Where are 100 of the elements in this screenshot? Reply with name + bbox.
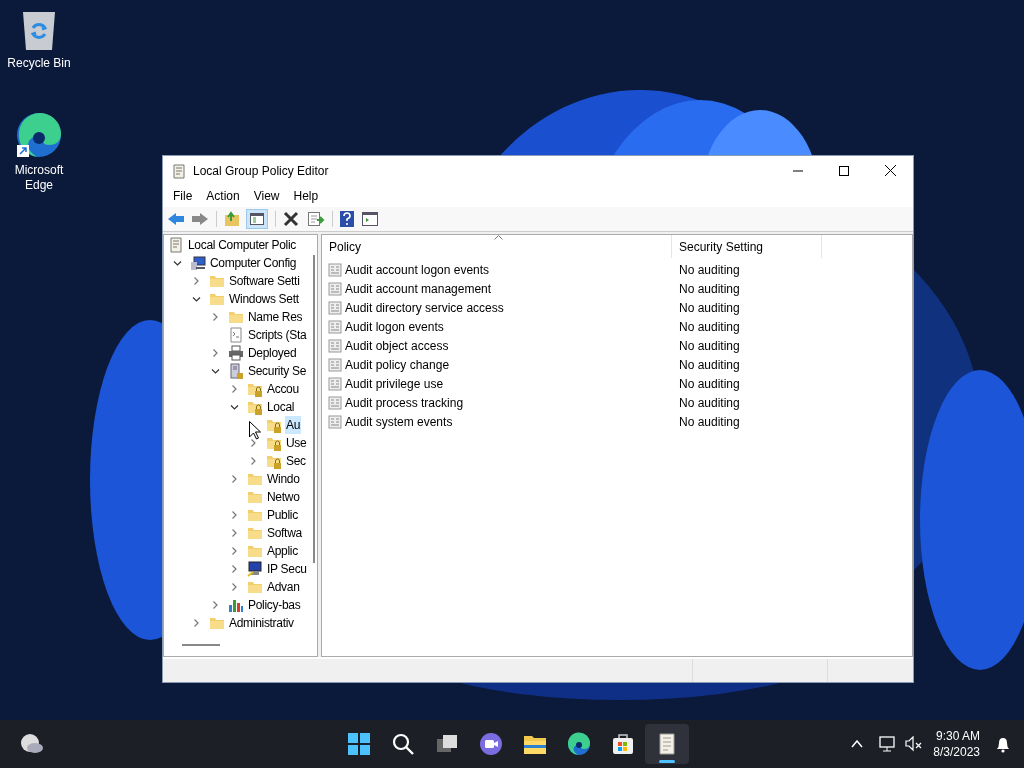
caret-right-icon[interactable] [192, 619, 200, 627]
browser-icon [567, 732, 591, 756]
properties-pane-icon[interactable] [362, 212, 378, 226]
table-cell[interactable]: Audit directory service access [345, 298, 504, 317]
desktop-icon-label[interactable]: Microsoft Edge [1, 163, 77, 193]
caret-right-icon[interactable] [230, 511, 238, 519]
back-arrow-icon[interactable] [167, 212, 185, 226]
show-tree-button[interactable] [246, 209, 268, 229]
policy-icon [328, 300, 342, 315]
caret-right-icon[interactable] [192, 277, 200, 285]
menu-item[interactable]: Action [199, 185, 247, 207]
folder-icon [247, 471, 263, 487]
policy-icon [328, 262, 342, 277]
menu-item[interactable]: View [246, 185, 287, 207]
tree-item[interactable]: Computer Config [209, 254, 298, 272]
table-cell[interactable]: Audit policy change [345, 355, 450, 374]
caret-right-icon[interactable] [249, 457, 257, 465]
column-header[interactable]: Security Setting [672, 235, 822, 258]
policy-icon [328, 357, 342, 372]
locked-folder-icon [266, 453, 282, 469]
table-cell[interactable]: Audit privilege use [345, 374, 444, 393]
tree-item[interactable]: Name Res [247, 308, 304, 326]
tree-item[interactable]: Sec [285, 452, 307, 470]
tree-item[interactable]: Windo [266, 470, 301, 488]
clock-date[interactable]: 8/3/2023 [933, 744, 980, 760]
tree-item[interactable]: Administrativ [228, 614, 295, 632]
table-cell-text: No auditing [678, 261, 741, 279]
caret-right-icon[interactable] [230, 547, 238, 555]
tree-item[interactable]: Local [266, 398, 296, 416]
caret-down-icon[interactable] [210, 367, 220, 375]
caret-down-icon[interactable] [229, 403, 239, 411]
tree-item[interactable]: Policy-bas [247, 596, 302, 614]
caret-right-icon[interactable] [230, 475, 238, 483]
start-button-icon [347, 732, 371, 756]
caret-right-icon[interactable] [211, 313, 219, 321]
tree-item[interactable]: IP Secu [266, 560, 308, 578]
tree-item[interactable]: Softwa [266, 524, 303, 542]
folder-icon [247, 525, 263, 541]
taskbar-button[interactable] [645, 724, 689, 764]
tree-item[interactable]: Use [285, 434, 308, 452]
caret-right-icon[interactable] [230, 385, 238, 393]
network-icon[interactable] [879, 736, 898, 752]
clock-time[interactable]: 9:30 AM [935, 728, 980, 744]
table-cell-text: No auditing [678, 337, 741, 355]
tree-item[interactable]: Software Setti [228, 272, 301, 290]
policy-icon [328, 281, 342, 296]
delete-icon[interactable] [283, 211, 299, 227]
table-cell[interactable]: Audit process tracking [345, 393, 464, 412]
speaker-muted-icon[interactable] [905, 736, 924, 752]
caret-right-icon[interactable] [230, 565, 238, 573]
folder-up-icon[interactable] [224, 211, 240, 227]
caret-right-icon[interactable] [230, 529, 238, 537]
tree-item[interactable]: Au [285, 416, 302, 434]
caret-down-icon[interactable] [191, 295, 201, 303]
table-cell[interactable]: Audit system events [345, 412, 453, 431]
tree-item[interactable]: Applic [266, 542, 299, 560]
table-cell-text: No auditing [678, 356, 741, 374]
help-icon[interactable] [340, 211, 354, 227]
tree-item[interactable]: Security Se [247, 362, 308, 380]
menu-item[interactable]: File [166, 185, 200, 207]
table-cell-text: No auditing [678, 280, 741, 298]
table-cell[interactable]: Audit account management [345, 279, 492, 298]
shopping-bag-icon [611, 732, 635, 756]
menu-item[interactable]: Help [286, 185, 326, 207]
forward-arrow-icon[interactable] [191, 212, 209, 226]
chevron-up-icon[interactable] [851, 740, 864, 748]
tree-item[interactable]: Netwo [266, 488, 301, 506]
desktop-icon-label[interactable]: Recycle Bin [7, 56, 71, 71]
weather-icon[interactable] [20, 733, 44, 755]
locked-folder-icon [266, 435, 282, 451]
tree-item[interactable]: Deployed [247, 344, 298, 362]
table-cell[interactable]: Audit object access [345, 336, 449, 355]
tree-item[interactable]: Local Computer Polic [187, 236, 298, 254]
policy-icon [328, 376, 342, 391]
folder-icon [247, 543, 263, 559]
locked-folder-icon [247, 399, 263, 415]
folder-icon [209, 291, 225, 307]
export-list-icon[interactable] [307, 211, 325, 227]
table-cell[interactable]: Audit logon events [345, 317, 444, 336]
tree-item[interactable]: Advan [266, 578, 301, 596]
vertical-scrollbar-thumb[interactable] [313, 255, 315, 563]
caret-right-icon[interactable] [249, 439, 257, 447]
tree-item[interactable]: Accou [266, 380, 300, 398]
table-cell-text: No auditing [678, 299, 741, 317]
caret-right-icon[interactable] [211, 601, 219, 609]
video-chat-icon [479, 732, 503, 756]
horizontal-scrollbar-thumb[interactable] [182, 644, 220, 646]
caret-right-icon[interactable] [211, 349, 219, 357]
tree-item[interactable]: Scripts (Sta [247, 326, 308, 344]
caret-right-icon[interactable] [230, 583, 238, 591]
folder-icon [247, 507, 263, 523]
server-lock-icon [228, 363, 244, 379]
browser-shortcut-icon[interactable] [15, 111, 63, 159]
locked-folder-icon [266, 417, 282, 433]
table-cell[interactable]: Audit account logon events [345, 260, 490, 279]
tree-item[interactable]: Windows Sett [228, 290, 300, 308]
column-header[interactable]: Policy [322, 235, 672, 258]
tree-item[interactable]: Public [266, 506, 299, 524]
caret-down-icon[interactable] [172, 259, 182, 267]
notification-bell-icon[interactable] [994, 735, 1012, 753]
